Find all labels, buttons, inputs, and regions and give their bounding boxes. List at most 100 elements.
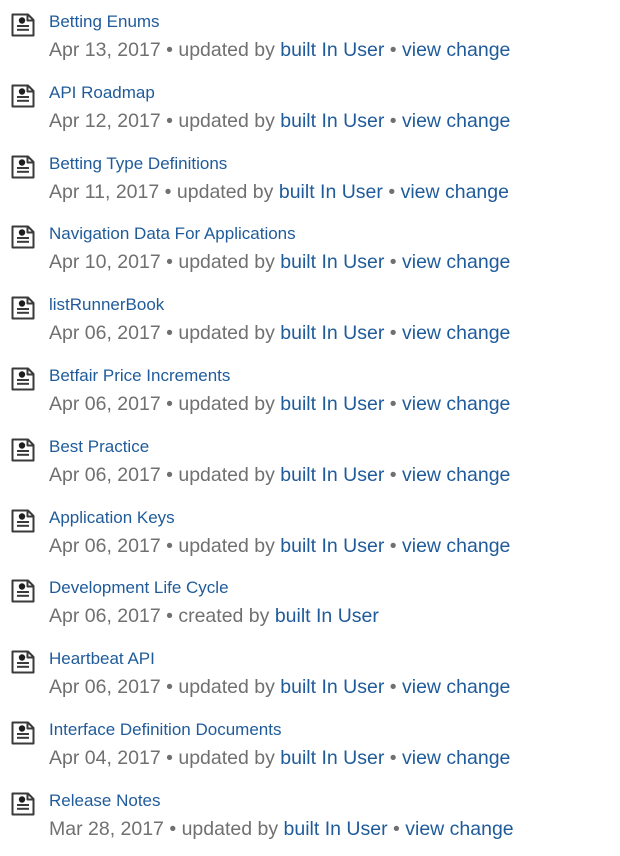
user-link[interactable]: built In User <box>280 464 384 486</box>
user-link[interactable]: built In User <box>280 747 384 769</box>
bullet-separator: • <box>166 676 173 699</box>
user-link[interactable]: built In User <box>280 39 384 61</box>
page-title-link[interactable]: Betting Type Definitions <box>49 153 227 175</box>
bullet-separator: • <box>389 747 397 769</box>
bullet-separator: • <box>389 463 397 486</box>
update-date: Apr 04, 2017 <box>49 747 161 769</box>
bullet-separator: • <box>164 180 172 203</box>
list-item: listRunnerBook Apr 06, 2017 • updated by … <box>0 290 620 360</box>
bullet-separator: • <box>389 676 397 699</box>
bullet-separator: • <box>166 39 173 61</box>
user-link[interactable]: built In User <box>280 110 384 132</box>
page-icon <box>9 82 37 110</box>
update-date: Apr 12, 2017 <box>49 109 161 132</box>
user-link[interactable]: built In User <box>275 605 379 627</box>
user-link[interactable]: built In User <box>280 322 384 344</box>
view-change-link[interactable]: view change <box>405 818 513 840</box>
bullet-separator: • <box>166 109 173 132</box>
update-action: updated by <box>178 463 275 486</box>
bullet-separator: • <box>389 322 397 345</box>
update-meta: Apr 06, 2017 • updated by built In User … <box>49 320 510 346</box>
update-meta: Mar 28, 2017 • updated by built In User … <box>49 816 514 842</box>
update-date: Apr 06, 2017 <box>49 463 161 486</box>
page-icon <box>9 436 37 464</box>
update-meta: Apr 11, 2017 • updated by built In User … <box>49 179 509 205</box>
update-action: updated by <box>178 534 275 557</box>
update-date: Apr 06, 2017 <box>49 393 161 415</box>
page-icon <box>9 294 37 322</box>
view-change-link[interactable]: view change <box>402 747 510 769</box>
update-meta: Apr 06, 2017 • updated by built In User … <box>49 391 510 417</box>
page-icon <box>9 223 37 251</box>
user-link[interactable]: built In User <box>280 251 384 273</box>
user-link[interactable]: built In User <box>279 181 383 203</box>
page-title-link[interactable]: Best Practice <box>49 436 149 458</box>
bullet-separator: • <box>389 251 397 274</box>
view-change-link[interactable]: view change <box>402 110 510 132</box>
update-action: updated by <box>178 109 275 132</box>
update-meta: Apr 13, 2017 • updated by built In User … <box>49 37 510 63</box>
list-item: API Roadmap Apr 12, 2017 • updated by bui… <box>0 78 620 148</box>
bullet-separator: • <box>169 817 177 840</box>
list-item: Best Practice Apr 06, 2017 • updated by b… <box>0 432 620 502</box>
page-icon <box>9 790 37 818</box>
page-icon <box>9 719 37 747</box>
bullet-separator: • <box>166 322 173 345</box>
update-meta: Apr 04, 2017 • updated by built In User … <box>49 745 510 771</box>
page-title-link[interactable]: Interface Definition Documents <box>49 719 281 741</box>
view-change-link[interactable]: view change <box>402 322 510 344</box>
update-action: created by <box>178 605 270 628</box>
bullet-separator: • <box>166 463 173 486</box>
bullet-separator: • <box>166 251 173 274</box>
view-change-link[interactable]: view change <box>402 535 510 557</box>
update-action: updated by <box>178 676 275 699</box>
update-date: Apr 11, 2017 <box>49 180 160 203</box>
update-date: Apr 06, 2017 <box>49 605 161 628</box>
list-item: Navigation Data For Applications Apr 10, … <box>0 219 620 289</box>
update-action: updated by <box>181 817 279 840</box>
view-change-link[interactable]: view change <box>402 464 510 486</box>
update-action: updated by <box>178 39 275 61</box>
bullet-separator: • <box>388 180 396 203</box>
bullet-separator: • <box>166 747 173 769</box>
page-title-link[interactable]: Application Keys <box>49 507 175 529</box>
page-title-link[interactable]: Release Notes <box>49 790 161 812</box>
update-date: Apr 06, 2017 <box>49 322 161 345</box>
page-title-link[interactable]: API Roadmap <box>49 82 155 104</box>
page-title-link[interactable]: listRunnerBook <box>49 294 164 316</box>
page-title-link[interactable]: Heartbeat API <box>49 648 155 670</box>
bullet-separator: • <box>389 393 397 415</box>
view-change-link[interactable]: view change <box>402 676 510 698</box>
list-item: Betfair Price Increments Apr 06, 2017 • u… <box>0 361 620 431</box>
list-item: Development Life Cycle Apr 06, 2017 • cre… <box>0 573 620 643</box>
list-item: Application Keys Apr 06, 2017 • updated b… <box>0 503 620 573</box>
view-change-link[interactable]: view change <box>402 39 510 61</box>
page-icon <box>9 365 37 393</box>
update-meta: Apr 12, 2017 • updated by built In User … <box>49 108 510 134</box>
update-action: updated by <box>178 747 275 769</box>
list-item: Betting Type Definitions Apr 11, 2017 • u… <box>0 149 620 219</box>
view-change-link[interactable]: view change <box>401 181 509 203</box>
user-link[interactable]: built In User <box>284 818 388 840</box>
page-title-link[interactable]: Navigation Data For Applications <box>49 223 296 245</box>
update-meta: Apr 06, 2017 • updated by built In User … <box>49 533 510 559</box>
list-item: Heartbeat API Apr 06, 2017 • updated by b… <box>0 644 620 714</box>
update-action: updated by <box>176 180 274 203</box>
view-change-link[interactable]: view change <box>402 393 510 415</box>
page-title-link[interactable]: Development Life Cycle <box>49 577 229 599</box>
update-action: updated by <box>178 322 275 345</box>
page-title-link[interactable]: Betting Enums <box>49 11 160 33</box>
page-icon <box>9 507 37 535</box>
list-item: Betting Enums Apr 13, 2017 • updated by b… <box>0 7 620 77</box>
user-link[interactable]: built In User <box>280 676 384 698</box>
update-date: Apr 13, 2017 <box>49 39 161 61</box>
bullet-separator: • <box>389 534 397 557</box>
page-icon <box>9 11 37 39</box>
view-change-link[interactable]: view change <box>402 251 510 273</box>
user-link[interactable]: built In User <box>280 393 384 415</box>
update-meta: Apr 06, 2017 • updated by built In User … <box>49 674 510 700</box>
update-date: Apr 06, 2017 <box>49 534 161 557</box>
page-title-link[interactable]: Betfair Price Increments <box>49 365 230 387</box>
user-link[interactable]: built In User <box>280 535 384 557</box>
bullet-separator: • <box>392 817 400 840</box>
